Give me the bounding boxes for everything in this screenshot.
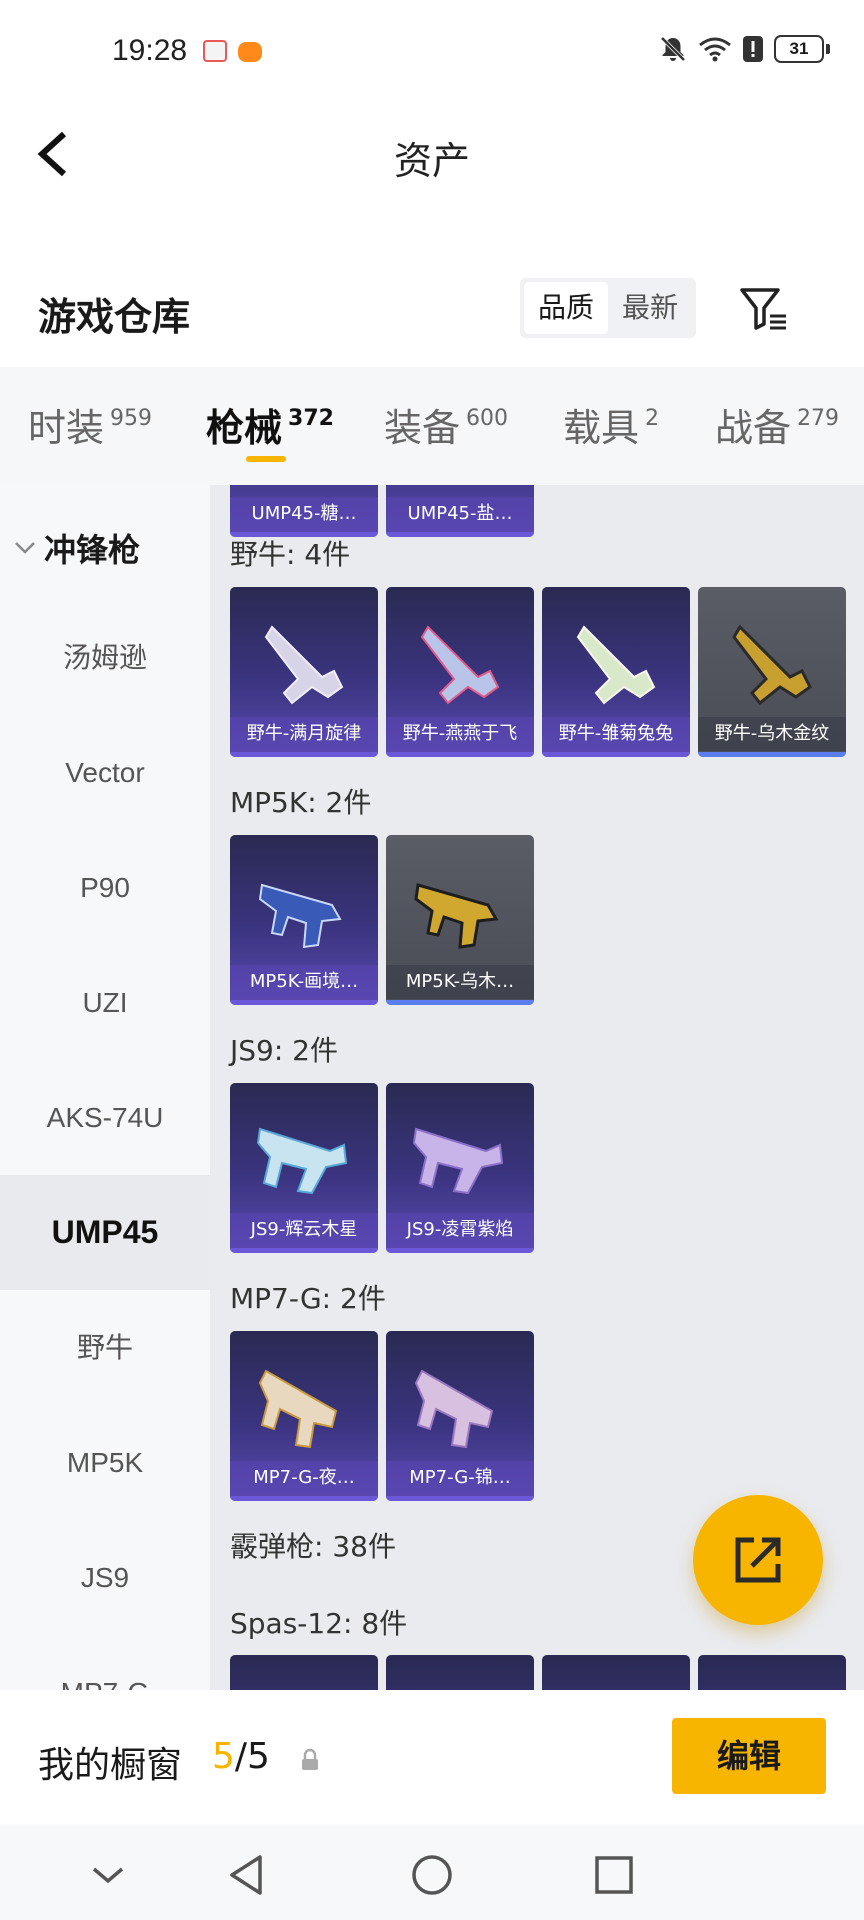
sidebar-item-mp7g[interactable]: MP7-G [0, 1635, 210, 1690]
sidebar-item-uzi[interactable]: UZI [0, 945, 210, 1060]
tab-firearms[interactable]: 枪械 372 [206, 397, 334, 452]
warehouse-row: 游戏仓库 品质 最新 [0, 270, 864, 360]
item-card[interactable]: 野牛-雏菊兔兔 [542, 587, 690, 757]
edit-button[interactable]: 编辑 [672, 1718, 826, 1794]
notification-app-icon [203, 40, 227, 62]
sidebar-item-thompson[interactable]: 汤姆逊 [0, 600, 210, 715]
filter-icon[interactable] [738, 284, 790, 334]
item-caption: UMP45-盐… [386, 497, 534, 531]
nav-recents-icon[interactable] [584, 1845, 644, 1905]
gun-skin-icon [256, 1127, 348, 1195]
item-card[interactable] [698, 1655, 846, 1690]
item-card[interactable]: JS9-凌霄紫焰 [386, 1083, 534, 1253]
item-caption: JS9-凌霄紫焰 [386, 1213, 534, 1247]
section-label: 野牛: 4件 [230, 538, 351, 571]
nav-home-icon[interactable] [402, 1845, 462, 1905]
sidebar-item-aks74u[interactable]: AKS-74U [0, 1060, 210, 1175]
section-label: MP7-G: 2件 [230, 1282, 386, 1315]
weapon-sidebar: 冲锋枪 汤姆逊 Vector P90 UZI AKS-74U UMP45 野牛 … [0, 485, 210, 1690]
sidebar-item-vector[interactable]: Vector [0, 715, 210, 830]
item-card[interactable]: MP7-G-夜… [230, 1331, 378, 1501]
status-time: 19:28 [112, 34, 188, 67]
notification-app-icon-2 [238, 42, 262, 62]
item-card[interactable]: 野牛-满月旋律 [230, 587, 378, 757]
gun-skin-icon [576, 625, 656, 705]
sidebar-item-p90[interactable]: P90 [0, 830, 210, 945]
page-title: 资产 [393, 139, 470, 183]
battery-indicator: 31 [774, 35, 830, 63]
item-caption: MP5K-乌木… [386, 965, 534, 999]
item-caption: 野牛-满月旋律 [230, 717, 378, 751]
item-caption: JS9-辉云木星 [230, 1213, 378, 1247]
section-label: 霰弹枪: 38件 [230, 1530, 396, 1563]
item-caption: MP5K-画境… [230, 965, 378, 999]
share-button[interactable] [693, 1495, 823, 1625]
item-card[interactable]: 野牛-乌木金纹 [698, 587, 846, 757]
sidebar-item-js9[interactable]: JS9 [0, 1520, 210, 1635]
sidebar-item-bizon[interactable]: 野牛 [0, 1290, 210, 1405]
item-card[interactable] [386, 1655, 534, 1690]
item-card[interactable] [230, 1655, 378, 1690]
mute-bell-icon [660, 36, 686, 62]
tab-vehicles[interactable]: 载具 2 [563, 397, 659, 452]
section-label: JS9: 2件 [230, 1034, 338, 1067]
collapse-chevron-icon[interactable] [78, 1845, 138, 1905]
tab-fashion[interactable]: 时装 959 [28, 397, 152, 452]
item-caption: MP7-G-夜… [230, 1461, 378, 1495]
section-label: MP5K: 2件 [230, 786, 372, 819]
item-card[interactable]: 野牛-燕燕于飞 [386, 587, 534, 757]
category-tabs: 时装 959 枪械 372 装备 600 载具 2 战备 279 [0, 367, 864, 485]
item-caption: 野牛-燕燕于飞 [386, 717, 534, 751]
share-export-icon [735, 1537, 781, 1583]
wifi-icon [699, 37, 731, 62]
sidebar-item-ump45[interactable]: UMP45 [0, 1175, 210, 1290]
item-card[interactable]: UMP45-糖… [230, 485, 378, 537]
showcase-count: 5/5 [212, 1736, 270, 1777]
gun-skin-icon [414, 883, 499, 949]
gun-skin-icon [420, 625, 500, 705]
status-bar: 19:28 31 [0, 0, 864, 100]
gun-skin-icon [258, 883, 342, 949]
tab-combat-gear[interactable]: 战备 279 [715, 397, 839, 452]
showcase-label: 我的橱窗 [38, 1745, 183, 1786]
item-card[interactable]: JS9-辉云木星 [230, 1083, 378, 1253]
sidebar-item-mp5k[interactable]: MP5K [0, 1405, 210, 1520]
header: 资产 [0, 100, 864, 210]
chevron-down-icon [15, 542, 35, 554]
sort-toggle: 品质 最新 [520, 278, 697, 338]
item-card[interactable]: UMP45-盐… [386, 485, 534, 537]
system-nav-bar [0, 1825, 864, 1920]
warehouse-title: 游戏仓库 [38, 295, 191, 339]
item-caption: UMP45-糖… [230, 497, 378, 531]
gun-skin-icon [414, 1369, 494, 1449]
active-tab-indicator [246, 456, 286, 462]
sidebar-group-smg[interactable]: 冲锋枪 [14, 525, 140, 571]
nav-back-icon[interactable] [218, 1845, 278, 1905]
item-card[interactable]: MP5K-画境… [230, 835, 378, 1005]
item-caption: 野牛-雏菊兔兔 [542, 717, 690, 751]
item-caption: MP7-G-锦… [386, 1461, 534, 1495]
section-label: Spas-12: 8件 [230, 1607, 408, 1640]
item-card[interactable]: MP5K-乌木… [386, 835, 534, 1005]
gun-skin-icon [258, 1369, 338, 1449]
showcase-bar: 我的橱窗 5/5 编辑 [0, 1690, 864, 1825]
gun-skin-icon [412, 1127, 504, 1195]
item-card[interactable] [542, 1655, 690, 1690]
tab-equipment[interactable]: 装备 600 [384, 397, 508, 452]
item-caption: 野牛-乌木金纹 [698, 717, 846, 751]
sort-quality-option[interactable]: 品质 [524, 282, 609, 334]
alert-icon [743, 36, 763, 62]
gun-skin-icon [264, 625, 344, 705]
lock-icon [302, 1748, 318, 1770]
item-card[interactable]: MP7-G-锦… [386, 1331, 534, 1501]
sort-newest-option[interactable]: 最新 [608, 282, 692, 334]
gun-skin-icon [732, 624, 812, 706]
